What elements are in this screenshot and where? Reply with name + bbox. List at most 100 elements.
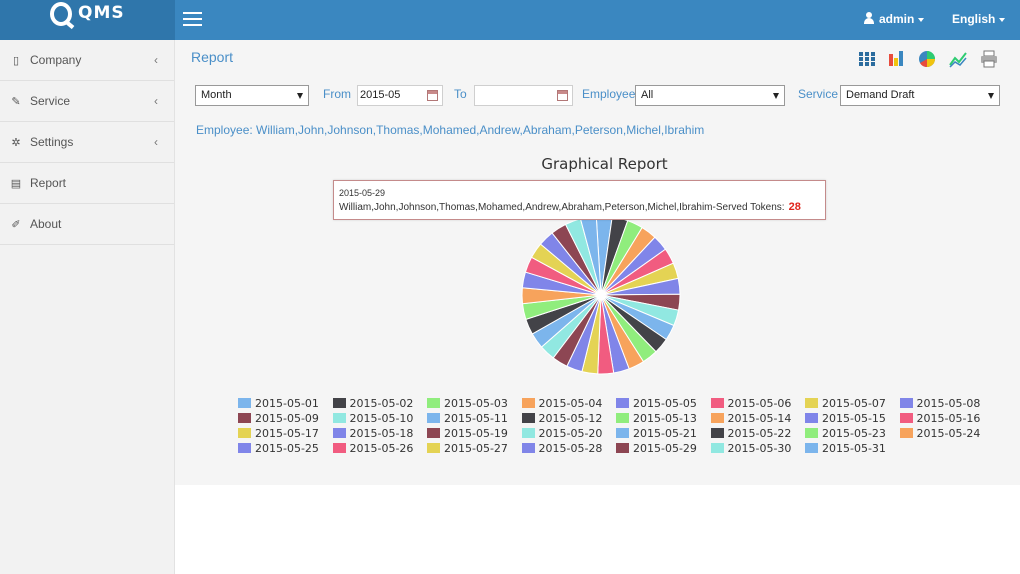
legend-label: 2015-05-09 bbox=[255, 412, 319, 425]
legend-item[interactable]: 2015-05-25 bbox=[238, 442, 319, 455]
legend-label: 2015-05-24 bbox=[916, 427, 981, 440]
user-menu[interactable]: admin bbox=[864, 12, 925, 26]
legend-swatch bbox=[238, 443, 251, 453]
legend-swatch bbox=[427, 443, 440, 453]
legend-swatch bbox=[616, 428, 629, 438]
legend-item[interactable]: 2015-05-12 bbox=[521, 412, 602, 425]
language-label: English bbox=[952, 12, 996, 26]
legend-label: 2015-05-22 bbox=[727, 427, 792, 440]
legend-swatch bbox=[899, 398, 913, 408]
logo-text: QMS bbox=[78, 3, 125, 23]
legend-item[interactable]: 2015-05-21 bbox=[616, 427, 697, 440]
legend-label: 2015-05-14 bbox=[727, 412, 792, 425]
calendar-icon[interactable] bbox=[427, 90, 438, 101]
legend-swatch bbox=[805, 443, 818, 453]
legend-item[interactable]: 2015-05-27 bbox=[427, 442, 508, 455]
sidebar-item-service[interactable]: ✎ Service ‹ bbox=[0, 81, 174, 122]
legend-swatch bbox=[521, 398, 535, 408]
legend-item[interactable]: 2015-05-19 bbox=[427, 427, 508, 440]
legend-swatch bbox=[805, 398, 818, 408]
legend-label: 2015-05-28 bbox=[538, 442, 603, 455]
legend-item[interactable]: 2015-05-06 bbox=[710, 397, 792, 410]
sidebar-item-label: About bbox=[30, 217, 62, 231]
legend-label: 2015-05-06 bbox=[727, 397, 792, 410]
legend-item[interactable]: 2015-05-04 bbox=[521, 397, 602, 410]
to-date-input[interactable] bbox=[474, 85, 573, 106]
user-icon bbox=[864, 12, 874, 24]
legend-label: 2015-05-26 bbox=[349, 442, 414, 455]
employee-select[interactable]: All bbox=[635, 85, 785, 106]
legend-swatch bbox=[899, 428, 913, 438]
wrench-icon: ✎ bbox=[11, 96, 21, 108]
legend-item[interactable]: 2015-05-29 bbox=[616, 442, 697, 455]
legend-item[interactable]: 2015-05-05 bbox=[616, 397, 697, 410]
legend-swatch bbox=[521, 443, 535, 453]
bar-chart-icon[interactable] bbox=[887, 50, 905, 68]
legend-label: 2015-05-21 bbox=[633, 427, 697, 440]
employee-select-value: All bbox=[641, 89, 654, 101]
file-icon: ▤ bbox=[10, 178, 22, 190]
legend-swatch bbox=[616, 443, 629, 453]
legend-item[interactable]: 2015-05-31 bbox=[805, 442, 886, 455]
legend-item[interactable]: 2015-05-26 bbox=[332, 442, 414, 455]
sidebar-item-label: Report bbox=[30, 176, 67, 190]
pie-chart[interactable] bbox=[515, 215, 687, 375]
pie-chart-icon[interactable] bbox=[918, 50, 936, 68]
print-icon[interactable] bbox=[980, 50, 998, 68]
legend-swatch bbox=[332, 428, 346, 438]
sidebar-item-about[interactable]: ✐ About bbox=[0, 204, 174, 245]
brand-logo[interactable]: QMS bbox=[0, 0, 175, 40]
dropdown-arrow-icon bbox=[773, 93, 779, 99]
from-label: From bbox=[323, 87, 351, 101]
legend-item[interactable]: 2015-05-02 bbox=[332, 397, 414, 410]
building-icon: ▯ bbox=[12, 55, 20, 67]
legend-item[interactable]: 2015-05-22 bbox=[710, 427, 792, 440]
legend-swatch bbox=[805, 428, 818, 438]
legend-swatch bbox=[899, 413, 913, 423]
legend-item[interactable]: 2015-05-09 bbox=[238, 412, 319, 425]
legend-item[interactable]: 2015-05-24 bbox=[899, 427, 981, 440]
legend-swatch bbox=[427, 428, 440, 438]
legend-label: 2015-05-08 bbox=[916, 397, 981, 410]
legend-item[interactable]: 2015-05-20 bbox=[521, 427, 602, 440]
legend-item[interactable]: 2015-05-28 bbox=[521, 442, 603, 455]
legend-label: 2015-05-18 bbox=[349, 427, 414, 440]
legend-label: 2015-05-27 bbox=[444, 442, 508, 455]
period-select[interactable]: Month bbox=[195, 85, 309, 106]
legend-swatch bbox=[238, 398, 251, 408]
line-chart-icon[interactable] bbox=[949, 50, 967, 68]
legend-item[interactable]: 2015-05-23 bbox=[805, 427, 886, 440]
legend-item[interactable]: 2015-05-07 bbox=[805, 397, 886, 410]
legend-item[interactable]: 2015-05-16 bbox=[899, 412, 980, 425]
legend-item[interactable]: 2015-05-14 bbox=[710, 412, 792, 425]
service-label: Service bbox=[798, 87, 839, 101]
legend-item[interactable]: 2015-05-03 bbox=[427, 397, 508, 410]
chevron-left-icon: ‹ bbox=[154, 135, 158, 149]
chevron-left-icon: ‹ bbox=[154, 94, 158, 108]
legend-item[interactable]: 2015-05-08 bbox=[899, 397, 981, 410]
table-view-icon[interactable] bbox=[858, 50, 876, 68]
sidebar-item-report[interactable]: ▤ Report bbox=[0, 163, 174, 204]
legend-item[interactable]: 2015-05-30 bbox=[710, 442, 792, 455]
legend-label: 2015-05-02 bbox=[349, 397, 414, 410]
legend-item[interactable]: 2015-05-01 bbox=[238, 397, 319, 410]
sidebar-item-company[interactable]: ▯ Company ‹ bbox=[0, 40, 174, 81]
legend-item[interactable]: 2015-05-13 bbox=[616, 412, 697, 425]
menu-toggle-icon[interactable] bbox=[183, 12, 202, 27]
sidebar-item-label: Company bbox=[30, 53, 82, 67]
sidebar-item-settings[interactable]: ✲ Settings ‹ bbox=[0, 122, 174, 163]
from-date-input[interactable]: 2015-05 bbox=[357, 85, 443, 106]
user-name: admin bbox=[879, 12, 915, 26]
tooltip-text: William,John,Johnson,Thomas,Mohamed,Andr… bbox=[339, 202, 785, 213]
legend-item[interactable]: 2015-05-10 bbox=[332, 412, 413, 425]
legend-label: 2015-05-17 bbox=[255, 427, 319, 440]
language-menu[interactable]: English bbox=[952, 12, 1006, 26]
calendar-icon[interactable] bbox=[557, 90, 568, 101]
tooltip-date: 2015-05-29 bbox=[339, 188, 386, 198]
legend-label: 2015-05-30 bbox=[727, 442, 792, 455]
legend-item[interactable]: 2015-05-17 bbox=[238, 427, 319, 440]
legend-item[interactable]: 2015-05-18 bbox=[332, 427, 414, 440]
legend-item[interactable]: 2015-05-11 bbox=[427, 412, 508, 425]
service-select[interactable]: Demand Draft bbox=[840, 85, 1000, 106]
legend-item[interactable]: 2015-05-15 bbox=[805, 412, 886, 425]
